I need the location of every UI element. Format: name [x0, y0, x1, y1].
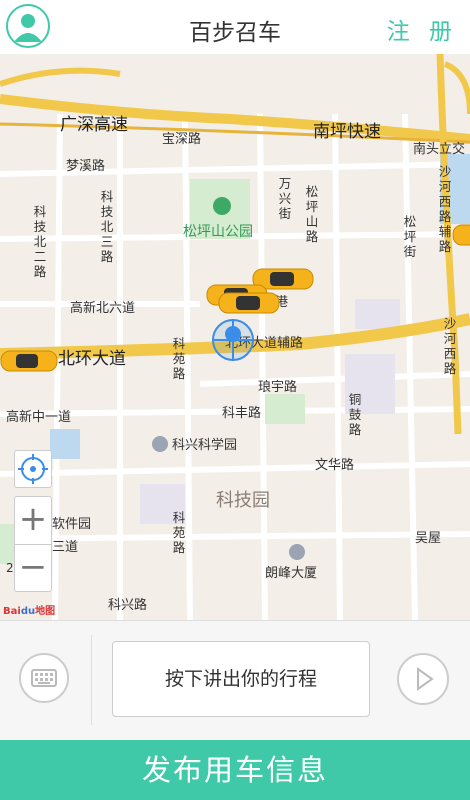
register-button[interactable]: 注 册 — [387, 12, 458, 46]
street-label: 高新中一道 — [6, 410, 72, 425]
place-label: 软件园 — [52, 517, 92, 532]
voice-input-bar: 按下讲出你的行程 — [0, 620, 470, 741]
zoom-control: + − — [14, 496, 52, 592]
place-label: 朗峰大厦 — [265, 566, 318, 581]
divider — [91, 635, 92, 725]
locate-button[interactable] — [14, 450, 52, 488]
street-label: 科技北三路 — [100, 189, 114, 264]
street-label: 文华路 — [315, 458, 355, 473]
street-label: 琅宇路 — [258, 380, 298, 395]
street-label: 宝深路 — [162, 132, 202, 147]
keyboard-button[interactable] — [19, 653, 69, 703]
road-label: 南头立交 — [413, 142, 466, 157]
poi-building-icon — [152, 436, 168, 452]
location-marker-icon — [212, 319, 254, 361]
street-label: 科苑路 — [172, 336, 186, 381]
place-label: 吴屋 — [415, 531, 442, 546]
locate-icon — [18, 454, 48, 484]
top-bar: 百步召车 注 册 — [0, 0, 470, 55]
street-label: 万兴街 — [278, 176, 292, 221]
play-button[interactable] — [397, 653, 449, 705]
road-label: 北环大道 — [58, 349, 126, 369]
street-label: 科苑路 — [172, 510, 186, 555]
street-label: 松坪街 — [403, 214, 417, 259]
zoom-out-button[interactable]: − — [15, 545, 51, 592]
map-scale: 2 — [6, 561, 14, 575]
street-label: 三道 — [52, 540, 79, 555]
poi-building-icon — [289, 544, 305, 560]
play-icon — [417, 667, 434, 691]
map-view[interactable]: 广深高速 南坪快速 北环大道 北环大道辅路 南头立交 宝深路 梦溪路 高新北六道… — [0, 54, 470, 620]
taxi-icon[interactable] — [0, 348, 58, 374]
street-label: 松坪山路 — [305, 184, 319, 244]
street-label: 沙河西路 — [443, 316, 457, 376]
place-label: 科兴科学园 — [172, 438, 238, 453]
street-label: 梦溪路 — [66, 159, 106, 174]
taxi-icon[interactable] — [452, 222, 470, 248]
street-label: 科技北二路 — [33, 204, 47, 279]
taxi-icon[interactable] — [218, 290, 280, 316]
road-label: 南坪快速 — [313, 122, 381, 142]
keyboard-icon — [31, 669, 57, 687]
street-label: 沙河西路辅路 — [438, 164, 452, 254]
park-icon — [213, 197, 231, 215]
area-label: 科技园 — [216, 490, 270, 511]
park-label: 松坪山公园 — [183, 224, 253, 240]
street-label: 高新北六道 — [70, 301, 136, 316]
publish-ride-button[interactable]: 发布用车信息 — [0, 740, 470, 800]
baidu-map-logo: Baidu地图 — [3, 606, 56, 617]
street-label: 铜鼓路 — [348, 392, 362, 437]
road-label: 广深高速 — [60, 115, 128, 135]
street-label: 科丰路 — [222, 406, 262, 421]
zoom-in-button[interactable]: + — [15, 497, 51, 545]
street-label: 科兴路 — [108, 598, 148, 613]
hold-to-speak-button[interactable]: 按下讲出你的行程 — [112, 641, 370, 717]
